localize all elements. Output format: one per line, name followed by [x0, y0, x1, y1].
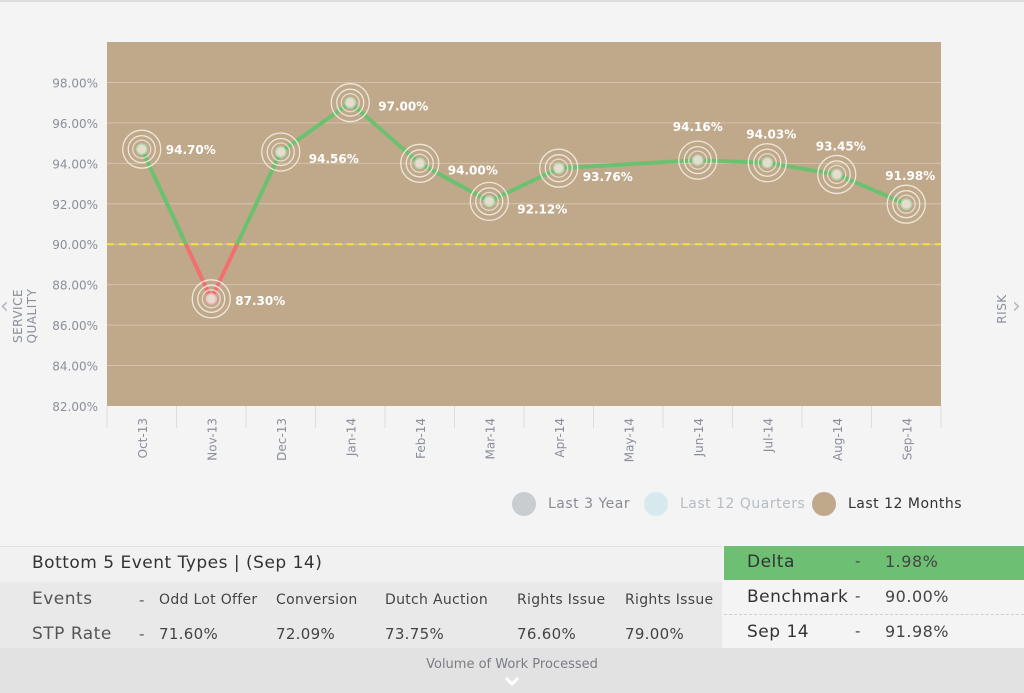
- data-point: [205, 293, 217, 305]
- x-tick-label: Jan-14: [344, 418, 358, 457]
- next-arrow-icon[interactable]: ›: [1012, 294, 1021, 319]
- x-tick-label: Mar-14: [483, 418, 497, 459]
- x-tick-label: Apr-14: [553, 418, 567, 458]
- stats-divider: [724, 614, 1024, 615]
- data-label: 91.98%: [885, 169, 935, 183]
- data-label: 94.70%: [166, 143, 216, 157]
- y-tick-label: 90.00%: [52, 238, 98, 252]
- x-tick-label: Aug-14: [831, 418, 845, 461]
- legend-dot: [644, 492, 668, 516]
- data-point: [692, 154, 704, 166]
- legend-label: Last 3 Year: [548, 496, 631, 512]
- benchmark-row: Benchmark - 90.00%: [724, 581, 1024, 615]
- x-tick-label: Feb-14: [414, 418, 428, 459]
- x-tick-label: May-14: [622, 418, 636, 462]
- x-tick-label: Oct-13: [136, 418, 150, 458]
- data-label: 94.56%: [309, 152, 359, 166]
- prev-arrow-icon[interactable]: ‹: [0, 294, 9, 319]
- legend-dot: [812, 492, 836, 516]
- stp-rate-3: 73.75%: [385, 625, 444, 643]
- y-tick-label: 82.00%: [52, 400, 98, 414]
- legend-label: Last 12 Quarters: [680, 496, 806, 512]
- risk-label[interactable]: RISK: [995, 289, 1009, 329]
- delta-row: Delta - 1.98%: [724, 546, 1024, 580]
- delta-dash: -: [855, 552, 861, 570]
- legend-label: Last 12 Months: [848, 496, 963, 512]
- x-tick-label: Jun-14: [692, 418, 706, 457]
- data-point: [344, 96, 356, 109]
- legend-dot: [512, 492, 536, 516]
- y-tick-label: 96.00%: [52, 117, 98, 131]
- benchmark-value: 90.00%: [885, 587, 950, 606]
- y-tick-label: 92.00%: [52, 198, 98, 212]
- x-tick-label: Nov-13: [205, 418, 219, 461]
- data-point: [553, 162, 565, 174]
- data-point: [831, 168, 843, 181]
- service-quality-chart: 82.00% 84.00% 86.00% 88.00% 90.00% 92.00% 94.0…: [52, 42, 942, 462]
- legend-item-last-12-months[interactable]: Last 12 Months: [812, 490, 962, 518]
- stp-rate-2: 72.09%: [276, 625, 335, 643]
- chevron-down-icon[interactable]: [503, 674, 521, 688]
- event-type-5: Rights Issue: [625, 592, 714, 608]
- y-tick-label: 98.00%: [52, 76, 98, 90]
- events-dash: -: [139, 591, 145, 609]
- data-label: 94.00%: [448, 163, 498, 177]
- current-month-row: Sep 14 - 91.98%: [724, 616, 1024, 650]
- delta-label: Delta: [747, 552, 795, 572]
- delta-value: 1.98%: [885, 552, 939, 571]
- current-month-value: 91.98%: [885, 622, 950, 641]
- data-point: [275, 146, 287, 158]
- stp-dash: -: [139, 625, 145, 643]
- events-title: Bottom 5 Event Types | (Sep 14): [32, 553, 323, 573]
- data-label: 93.45%: [816, 139, 866, 153]
- data-point: [900, 198, 912, 210]
- event-type-2: Conversion: [276, 592, 358, 608]
- data-label: 87.30%: [235, 294, 285, 308]
- y-tick-label: 94.00%: [52, 157, 98, 171]
- events-row-label: Events: [32, 589, 93, 609]
- data-point: [483, 195, 495, 208]
- stp-rate-1: 71.60%: [159, 625, 218, 643]
- event-type-4: Rights Issue: [517, 592, 606, 608]
- event-type-3: Dutch Auction: [385, 592, 489, 608]
- current-month-label: Sep 14: [747, 622, 810, 642]
- y-tick-label: 84.00%: [52, 360, 98, 374]
- stp-row-label: STP Rate: [32, 624, 112, 644]
- stp-rate-5: 79.00%: [625, 625, 684, 643]
- series-line-segment: [695, 158, 770, 165]
- data-label: 94.16%: [673, 120, 723, 134]
- data-label: 97.00%: [378, 100, 428, 114]
- plot-area: [107, 42, 941, 406]
- data-point: [136, 143, 148, 155]
- data-label: 93.76%: [583, 170, 633, 184]
- legend-item-last-3-year[interactable]: Last 3 Year: [512, 490, 630, 518]
- benchmark-label: Benchmark: [747, 587, 849, 607]
- event-type-1: Odd Lot Offer: [159, 592, 258, 608]
- data-label: 94.03%: [746, 128, 796, 142]
- y-axis-title: SERVICE QUALITY: [11, 288, 39, 344]
- data-point: [761, 156, 773, 169]
- stp-rate-4: 76.60%: [517, 625, 576, 643]
- data-label: 92.12%: [517, 202, 567, 216]
- benchmark-dash: -: [855, 587, 861, 605]
- footer-label: Volume of Work Processed: [426, 657, 598, 672]
- y-tick-label: 88.00%: [52, 279, 98, 293]
- legend-item-last-12-quarters[interactable]: Last 12 Quarters: [644, 490, 805, 518]
- current-month-dash: -: [855, 622, 861, 640]
- data-point: [414, 157, 426, 170]
- x-tick-label: Jul-14: [761, 418, 775, 453]
- y-tick-label: 86.00%: [52, 319, 98, 333]
- x-tick-label: Sep-14: [900, 418, 914, 460]
- x-tick-label: Dec-13: [275, 418, 289, 461]
